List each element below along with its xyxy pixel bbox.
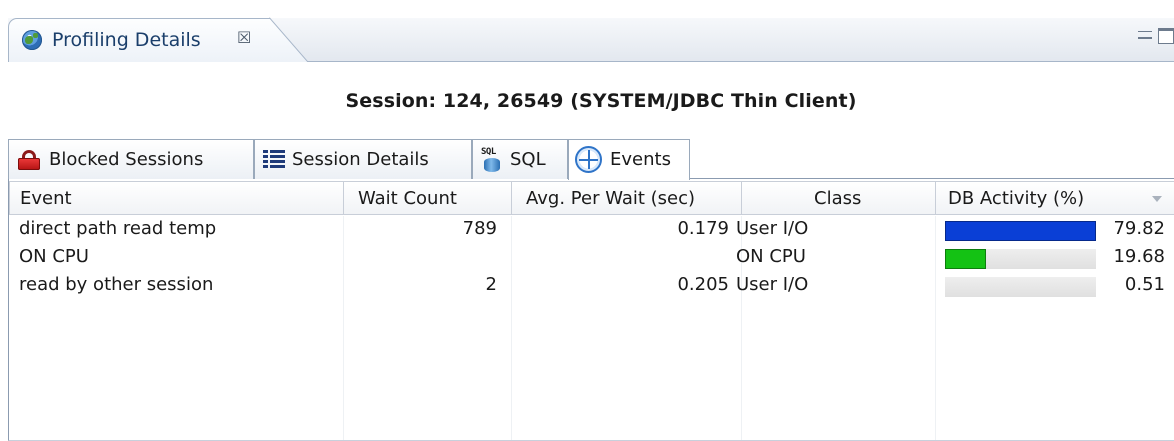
class-cell: ON CPU bbox=[736, 246, 806, 267]
avg-per-wait-cell: 0.179 bbox=[677, 218, 729, 239]
events-icon bbox=[575, 146, 602, 173]
db-activity-cell: 19.68 bbox=[1113, 246, 1165, 267]
sort-descending-icon bbox=[1152, 196, 1162, 202]
tab-session-details[interactable]: Session Details bbox=[254, 139, 472, 179]
db-activity-bar-fill bbox=[945, 249, 986, 269]
event-cell: read by other session bbox=[19, 274, 214, 295]
tab-label: SQL bbox=[510, 149, 546, 170]
events-table: Event Wait Count Avg. Per Wait (sec) Cla… bbox=[8, 179, 1174, 441]
details-icon bbox=[263, 150, 285, 169]
column-header-class[interactable]: Class bbox=[741, 181, 936, 215]
tab-events[interactable]: Events bbox=[568, 139, 690, 180]
event-cell: direct path read temp bbox=[19, 218, 217, 239]
globe-icon bbox=[22, 30, 42, 50]
table-row[interactable]: direct path read temp 789 0.179 User I/O… bbox=[9, 217, 1174, 245]
sql-icon: SQL bbox=[481, 147, 503, 173]
view-tab-bar: Profiling Details ☒ bbox=[8, 17, 1174, 62]
column-header-avg-per-wait[interactable]: Avg. Per Wait (sec) bbox=[511, 181, 742, 215]
tab-label: Events bbox=[610, 149, 671, 170]
column-header-db-activity[interactable]: DB Activity (%) bbox=[935, 181, 1174, 215]
maximize-icon[interactable] bbox=[1158, 28, 1174, 44]
db-activity-cell: 79.82 bbox=[1113, 218, 1165, 239]
tab-sql[interactable]: SQL SQL bbox=[472, 139, 568, 179]
sql-icon-text: SQL bbox=[481, 147, 496, 157]
event-cell: ON CPU bbox=[19, 246, 89, 267]
column-header-wait-count[interactable]: Wait Count bbox=[343, 181, 512, 215]
profiling-details-view: Profiling Details ☒ Session: 124, 26549 … bbox=[8, 17, 1174, 441]
wait-count-cell: 789 bbox=[462, 218, 497, 239]
detail-tabs: Blocked Sessions Session Details SQL SQL… bbox=[8, 139, 1174, 180]
minimize-icon[interactable] bbox=[1138, 31, 1152, 39]
table-row[interactable]: ON CPU ON CPU 19.68 bbox=[9, 245, 1174, 273]
session-title: Session: 124, 26549 (SYSTEM/JDBC Thin Cl… bbox=[345, 90, 857, 112]
db-activity-bar bbox=[945, 277, 1096, 297]
db-activity-bar bbox=[945, 249, 1096, 269]
wait-count-cell: 2 bbox=[485, 274, 497, 295]
close-icon[interactable]: ☒ bbox=[237, 28, 251, 47]
db-activity-bar bbox=[945, 221, 1096, 241]
db-activity-cell: 0.51 bbox=[1124, 274, 1165, 295]
class-cell: User I/O bbox=[736, 274, 809, 295]
tab-label: Session Details bbox=[292, 149, 429, 170]
column-header-event[interactable]: Event bbox=[9, 181, 344, 215]
lock-icon bbox=[18, 150, 40, 170]
avg-per-wait-cell: 0.205 bbox=[677, 274, 729, 295]
view-tab-title: Profiling Details bbox=[52, 29, 201, 51]
tab-blocked-sessions[interactable]: Blocked Sessions bbox=[8, 139, 254, 179]
tab-label: Blocked Sessions bbox=[49, 149, 204, 170]
db-activity-bar-fill bbox=[945, 221, 1096, 241]
class-cell: User I/O bbox=[736, 218, 809, 239]
table-row[interactable]: read by other session 2 0.205 User I/O 0… bbox=[9, 273, 1174, 301]
